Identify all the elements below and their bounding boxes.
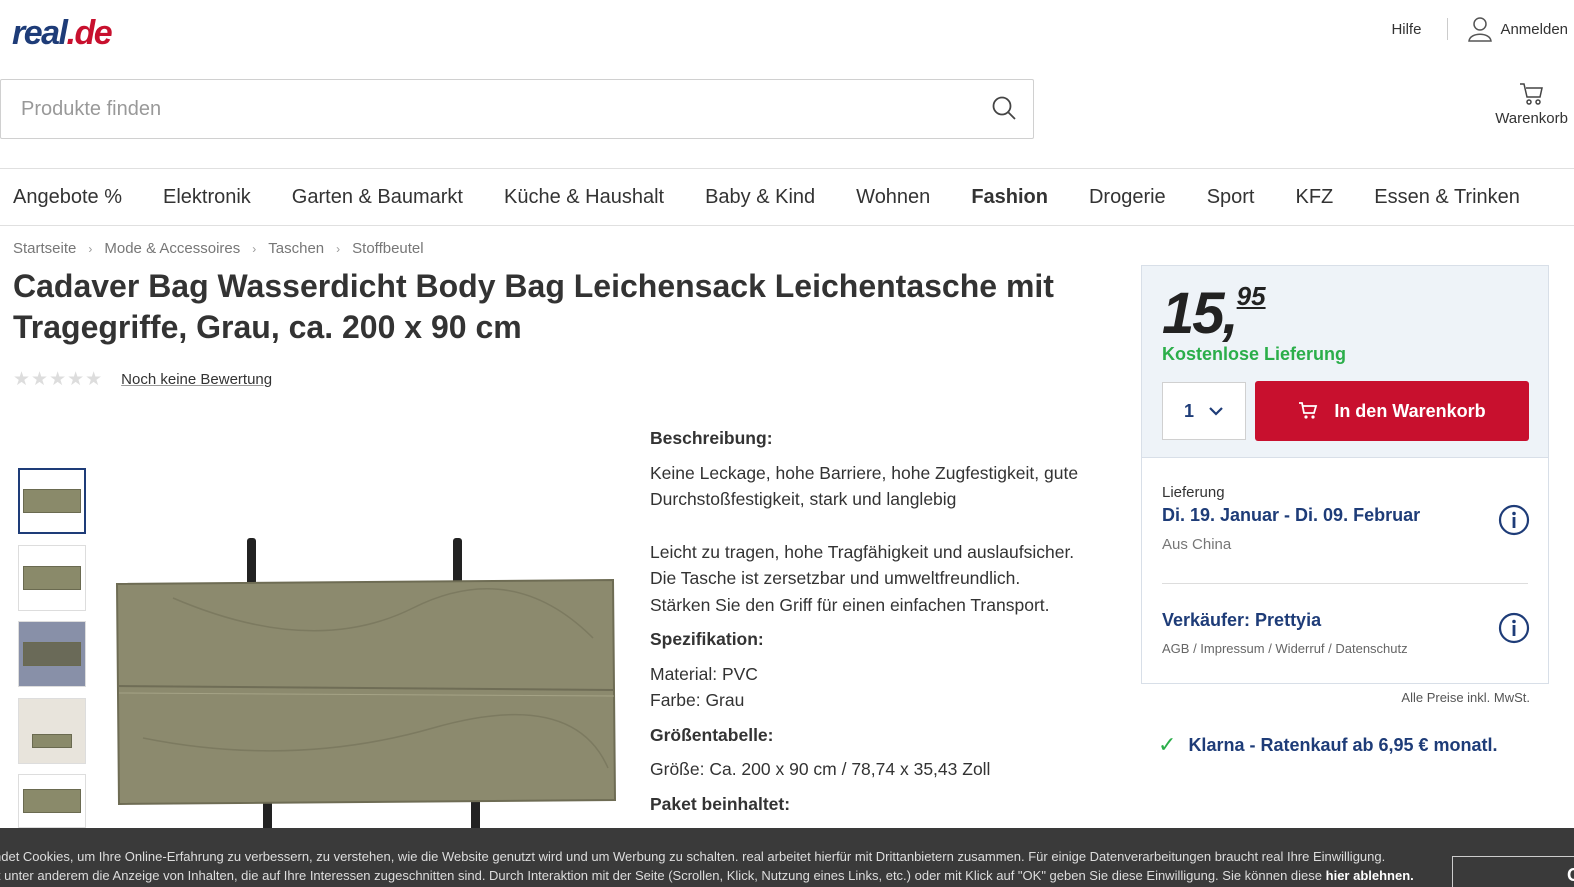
thumbnail-image	[32, 734, 72, 748]
cookie-ok-button[interactable]: OK	[1452, 856, 1574, 887]
add-to-cart-button[interactable]: In den Warenkorb	[1255, 381, 1529, 441]
info-icon[interactable]	[1498, 504, 1530, 536]
top-links: Hilfe Anmelden	[1391, 16, 1568, 42]
chevron-down-icon	[1209, 407, 1223, 416]
breadcrumb-item[interactable]: Mode & Accessoires	[104, 240, 240, 257]
logo-main: real	[12, 14, 68, 52]
cookie-text: ndet Cookies, um Ihre Online-Erfahrung z…	[0, 849, 1386, 864]
cart-button[interactable]: Warenkorb	[1495, 82, 1568, 127]
seller-links[interactable]: AGB / Impressum / Widerruf / Datenschutz	[1162, 641, 1530, 656]
search-bar	[0, 79, 1034, 139]
product-thumbnail[interactable]	[18, 774, 86, 828]
quantity-value: 1	[1183, 400, 1194, 421]
seller-name[interactable]: Verkäufer: Prettyia	[1162, 610, 1530, 631]
nav-item-kueche[interactable]: Küche & Haushalt	[504, 186, 664, 209]
cart-icon	[1299, 402, 1318, 419]
help-link[interactable]: Hilfe	[1391, 21, 1421, 38]
free-delivery: Kostenlose Lieferung	[1162, 344, 1347, 364]
description-text: Keine Leckage, hohe Barriere, hohe Zugfe…	[650, 462, 1079, 510]
size-text: Größe: Ca. 200 x 90 cm / 78,74 x 35,43 Z…	[650, 759, 991, 779]
logo-de: de	[74, 14, 112, 52]
spec-heading: Spezifikation:	[650, 629, 764, 649]
cookie-banner: ndet Cookies, um Ihre Online-Erfahrung z…	[0, 828, 1574, 887]
nav-item-fashion[interactable]: Fashion	[971, 186, 1048, 209]
nav-item-baby[interactable]: Baby & Kind	[705, 186, 815, 209]
cookie-text: lt unter anderem die Anzeige von Inhalte…	[0, 868, 1323, 883]
nav-item-sport[interactable]: Sport	[1207, 186, 1255, 209]
delivery-info: Lieferung Di. 19. Januar - Di. 09. Febru…	[1162, 484, 1530, 553]
star-rating-icon: ★★★★★	[13, 369, 104, 390]
product-image[interactable]	[113, 538, 618, 828]
delivery-dates: Di. 19. Januar - Di. 09. Februar	[1162, 505, 1421, 525]
spec-color: Farbe: Grau	[650, 690, 745, 710]
divider	[1162, 583, 1528, 584]
breadcrumb-item[interactable]: Stoffbeutel	[352, 240, 423, 257]
klarna-text: Klarna - Ratenkauf ab 6,95 € monatl.	[1188, 734, 1498, 755]
search-input[interactable]	[1, 81, 961, 137]
chevron-right-icon: ›	[252, 241, 257, 256]
real-logo[interactable]: real.de	[12, 14, 113, 53]
price-main: 15,	[1162, 281, 1239, 346]
search-icon[interactable]	[991, 95, 1017, 121]
vat-note: Alle Preise inkl. MwSt.	[1401, 690, 1530, 705]
size-heading: Größentabelle:	[650, 724, 774, 745]
cart-label: Warenkorb	[1495, 110, 1568, 127]
description-text: Die Tasche ist zersetzbar und umweltfreu…	[650, 568, 1021, 588]
rating-link[interactable]: Noch keine Bewertung	[121, 371, 272, 388]
rating: ★★★★★ Noch keine Bewertung	[13, 368, 272, 391]
check-icon: ✓	[1158, 732, 1177, 757]
product-thumbnail[interactable]	[18, 545, 86, 611]
package-heading: Paket beinhaltet:	[650, 793, 791, 814]
category-nav: Angebote % Elektronik Garten & Baumarkt …	[0, 168, 1574, 226]
price: 15,95	[1162, 280, 1266, 347]
info-icon[interactable]	[1498, 612, 1530, 644]
thumbnail-image	[23, 566, 81, 590]
nav-item-elektronik[interactable]: Elektronik	[163, 186, 251, 209]
price-cents: 95	[1236, 281, 1266, 311]
breadcrumb-item[interactable]: Taschen	[268, 240, 324, 257]
product-description: Beschreibung: Keine Leckage, hohe Barrie…	[650, 425, 1120, 825]
delivery-origin: Aus China	[1162, 536, 1232, 553]
login-link[interactable]: Anmelden	[1468, 16, 1568, 42]
cookie-text-line2: lt unter anderem die Anzeige von Inhalte…	[0, 868, 1414, 883]
thumbnail-image	[23, 489, 81, 513]
nav-item-wohnen[interactable]: Wohnen	[856, 186, 930, 209]
thumbnail-image	[23, 642, 81, 666]
description-text: Stärken Sie den Griff für einen einfache…	[650, 594, 1050, 615]
quantity-select[interactable]: 1	[1162, 382, 1246, 440]
nav-item-drogerie[interactable]: Drogerie	[1089, 186, 1166, 209]
description-text: Leicht zu tragen, hohe Tragfähigkeit und…	[650, 541, 1075, 562]
nav-item-essen[interactable]: Essen & Trinken	[1374, 186, 1520, 209]
product-thumbnail[interactable]	[18, 621, 86, 687]
nav-item-angebote[interactable]: Angebote %	[13, 186, 122, 209]
cart-icon	[1519, 83, 1543, 105]
login-label: Anmelden	[1500, 20, 1568, 38]
chevron-right-icon: ›	[88, 241, 93, 256]
delivery-label: Lieferung	[1162, 484, 1225, 501]
divider	[1447, 18, 1449, 40]
nav-item-garten[interactable]: Garten & Baumarkt	[292, 186, 463, 209]
cookie-decline-link[interactable]: hier ablehnen.	[1326, 868, 1414, 883]
price-panel: 15,95 Kostenlose Lieferung 1 In den Ware…	[1142, 266, 1548, 458]
add-to-cart-label: In den Warenkorb	[1334, 400, 1486, 421]
seller-info: Verkäufer: Prettyia AGB / Impressum / Wi…	[1162, 610, 1530, 656]
product-title: Cadaver Bag Wasserdicht Body Bag Leichen…	[13, 268, 1054, 345]
product-thumbnail[interactable]	[18, 468, 86, 534]
user-icon	[1468, 17, 1493, 42]
klarna-info[interactable]: ✓ Klarna - Ratenkauf ab 6,95 € monatl.	[1158, 732, 1498, 758]
thumbnail-image	[23, 789, 81, 813]
chevron-right-icon: ›	[336, 241, 341, 256]
nav-item-kfz[interactable]: KFZ	[1296, 186, 1334, 209]
breadcrumb-item[interactable]: Startseite	[13, 240, 76, 257]
spec-material: Material: PVC	[650, 663, 758, 684]
product-thumbnail[interactable]	[18, 698, 86, 764]
breadcrumb: Startseite › Mode & Accessoires › Tasche…	[13, 240, 424, 257]
description-heading: Beschreibung:	[650, 428, 773, 448]
buy-box: 15,95 Kostenlose Lieferung 1 In den Ware…	[1141, 265, 1549, 684]
